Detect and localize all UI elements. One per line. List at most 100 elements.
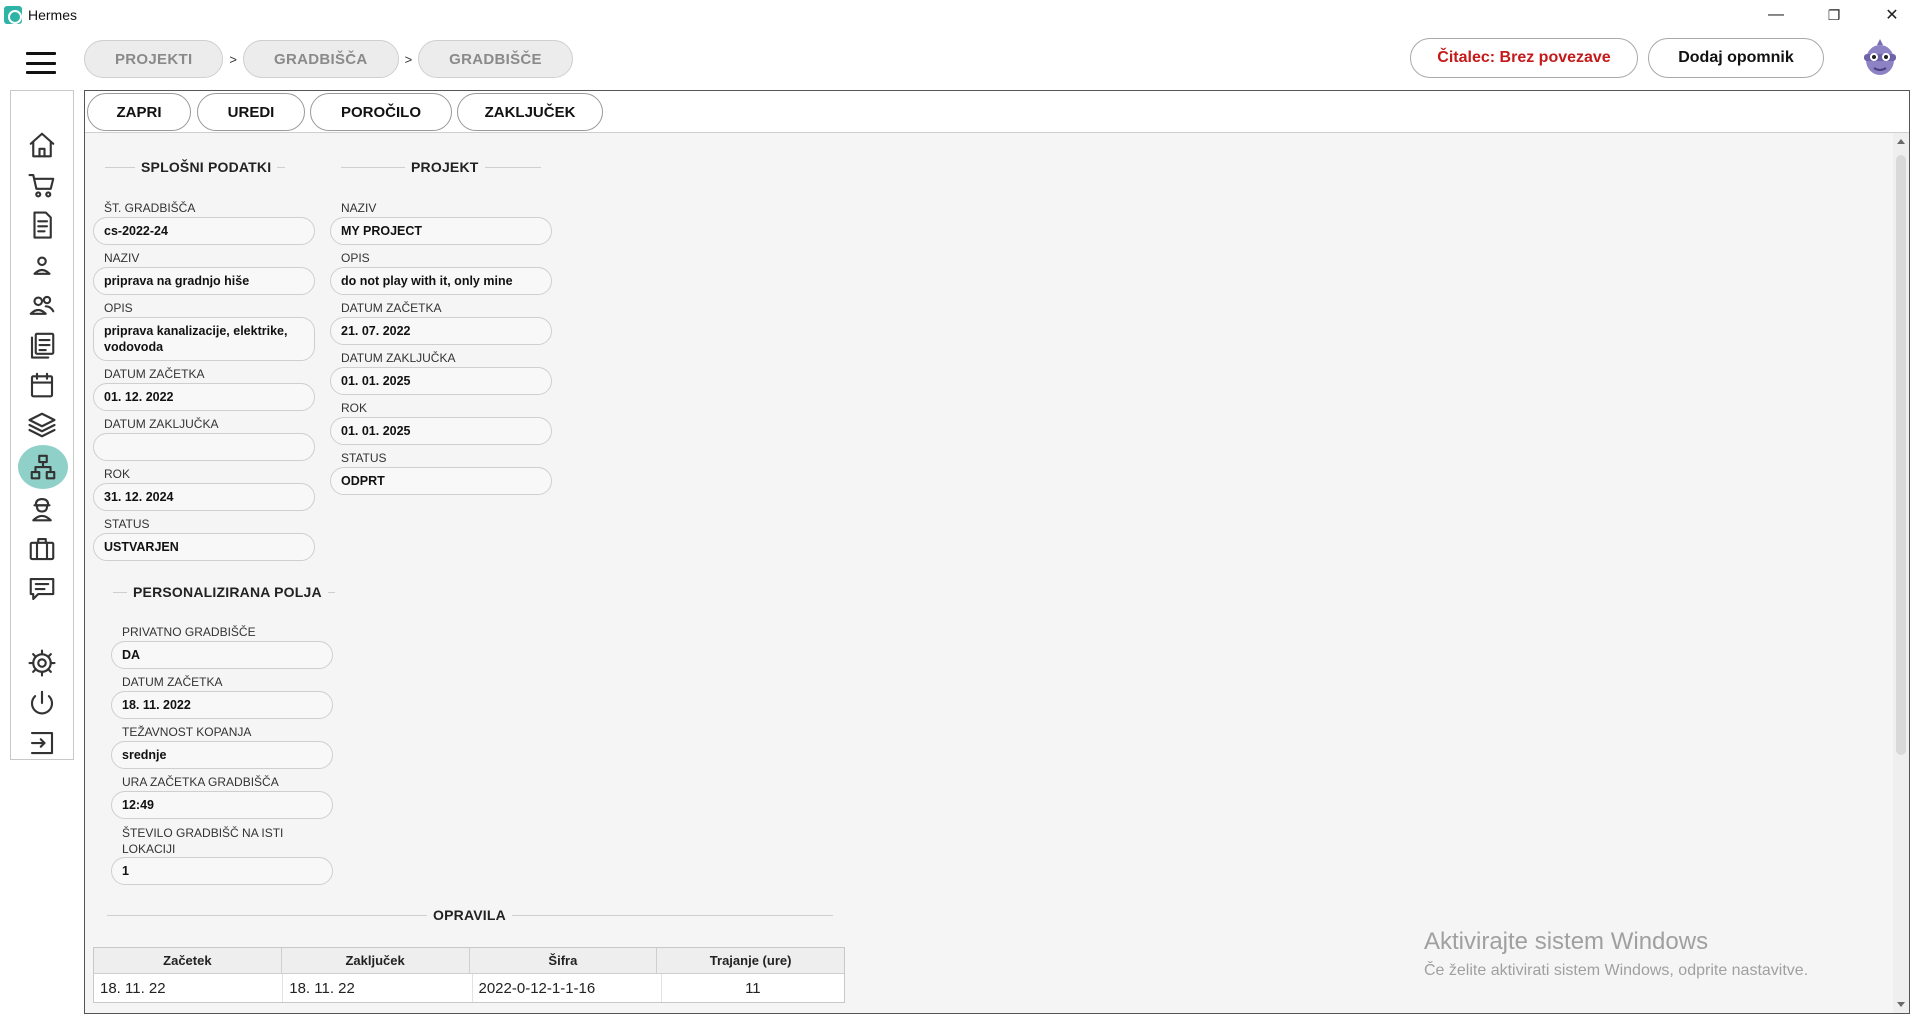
tasks-table: Začetek Zaključek Šifra Trajanje (ure) 1… bbox=[93, 947, 845, 1003]
breadcrumb-gradbisce[interactable]: GRADBIŠČE bbox=[418, 40, 573, 78]
site-description-field: priprava kanalizacije, elektrike, vodovo… bbox=[93, 317, 315, 361]
site-description-label: OPIS bbox=[104, 301, 133, 315]
scroll-down-icon[interactable] bbox=[1897, 1002, 1905, 1007]
app-icon bbox=[4, 6, 22, 24]
project-deadline-field: 01. 01. 2025 bbox=[330, 417, 552, 445]
site-end-label: DATUM ZAKLJUČKA bbox=[104, 417, 219, 431]
site-status-label: STATUS bbox=[104, 517, 150, 531]
custom-start-field: 18. 11. 2022 bbox=[111, 691, 333, 719]
title-bar: Hermes — ❐ ✕ bbox=[0, 0, 1921, 30]
start-hour-field: 12:49 bbox=[111, 791, 333, 819]
private-site-label: PRIVATNO GRADBIŠČE bbox=[122, 625, 256, 639]
project-end-label: DATUM ZAKLJUČKA bbox=[341, 351, 456, 365]
chat-icon bbox=[29, 577, 55, 601]
site-name-field: priprava na gradnjo hiše bbox=[93, 267, 315, 295]
site-deadline-label: ROK bbox=[104, 467, 131, 481]
site-count-label: ŠTEVILO GRADBIŠČ NA ISTI LOKACIJI bbox=[122, 826, 284, 856]
sidebar bbox=[10, 90, 74, 760]
sidebar-item-cart[interactable] bbox=[17, 165, 67, 205]
watermark-subtitle: Če želite aktivirati sistem Windows, odp… bbox=[1424, 962, 1809, 979]
breadcrumb-projekti[interactable]: PROJEKTI bbox=[84, 40, 224, 78]
sidebar-item-power[interactable] bbox=[17, 683, 67, 723]
sidebar-item-layers[interactable] bbox=[17, 405, 67, 445]
windows-activation-watermark: Aktivirajte sistem Windows Če želite akt… bbox=[1424, 928, 1808, 980]
breadcrumb: PROJEKTI > GRADBIŠČA > GRADBIŠČE bbox=[84, 40, 573, 78]
close-button[interactable]: ZAPRI bbox=[87, 93, 191, 131]
sidebar-item-logout[interactable] bbox=[17, 723, 67, 763]
site-number-label: ŠT. GRADBIŠČA bbox=[104, 201, 196, 215]
project-section-title: PROJEKT bbox=[405, 159, 485, 175]
sidebar-item-calendar[interactable] bbox=[17, 365, 67, 405]
document-icon bbox=[33, 211, 52, 239]
hamburger-menu-icon[interactable] bbox=[26, 52, 56, 74]
table-cell: 2022-0-12-1-1-16 bbox=[473, 974, 662, 1002]
project-start-field: 21. 07. 2022 bbox=[330, 317, 552, 345]
watermark-title: Aktivirajte sistem Windows bbox=[1424, 928, 1709, 955]
general-section-title: SPLOŠNI PODATKI bbox=[135, 159, 278, 175]
sidebar-item-chat[interactable] bbox=[17, 569, 67, 609]
sidebar-item-home[interactable] bbox=[17, 125, 67, 165]
project-deadline-label: ROK bbox=[341, 401, 368, 415]
custom-start-label: DATUM ZAČETKA bbox=[122, 675, 223, 689]
logout-icon bbox=[30, 731, 54, 755]
custom-section-title: PERSONALIZIRANA POLJA bbox=[127, 584, 328, 600]
minimize-button[interactable]: — bbox=[1747, 0, 1805, 30]
column-header-end[interactable]: Zaključek bbox=[282, 948, 470, 973]
site-deadline-field: 31. 12. 2024 bbox=[93, 483, 315, 511]
table-row[interactable]: 18. 11. 22 18. 11. 22 2022-0-12-1-1-16 1… bbox=[94, 974, 844, 1002]
project-name-label: NAZIV bbox=[341, 201, 377, 215]
reader-status-button[interactable]: Čitalec: Brez povezave bbox=[1410, 38, 1638, 78]
breadcrumb-gradbisca[interactable]: GRADBIŠČA bbox=[243, 40, 399, 78]
sidebar-item-documents[interactable] bbox=[17, 205, 67, 245]
scroll-thumb[interactable] bbox=[1896, 155, 1906, 755]
restore-button[interactable]: ❐ bbox=[1805, 0, 1863, 30]
start-hour-label: URA ZAČETKA GRADBIŠČA bbox=[122, 775, 279, 789]
vertical-scrollbar[interactable] bbox=[1893, 133, 1909, 1013]
home-icon bbox=[29, 132, 55, 158]
main-panel: ZAPRI UREDI POROČILO ZAKLJUČEK SPLOŠNI P… bbox=[84, 90, 1910, 1014]
sidebar-item-user[interactable] bbox=[17, 245, 67, 285]
site-status-field: USTVARJEN bbox=[93, 533, 315, 561]
sidebar-item-settings[interactable] bbox=[17, 643, 67, 683]
scroll-up-icon[interactable] bbox=[1897, 139, 1905, 144]
sitemap-icon bbox=[30, 454, 56, 480]
project-status-field: ODPRT bbox=[330, 467, 552, 495]
add-reminder-button[interactable]: Dodaj opomnik bbox=[1648, 38, 1824, 78]
project-description-label: OPIS bbox=[341, 251, 370, 265]
project-description-field: do not play with it, only mine bbox=[330, 267, 552, 295]
project-status-label: STATUS bbox=[341, 451, 387, 465]
list-icon bbox=[30, 332, 55, 359]
power-icon bbox=[30, 690, 54, 715]
calendar-icon bbox=[30, 372, 54, 398]
project-end-field: 01. 01. 2025 bbox=[330, 367, 552, 395]
column-header-code[interactable]: Šifra bbox=[470, 948, 658, 973]
cart-icon bbox=[28, 173, 55, 198]
table-cell: 11 bbox=[745, 979, 761, 997]
layers-icon bbox=[28, 412, 56, 438]
site-count-field: 1 bbox=[111, 857, 333, 885]
breadcrumb-separator: > bbox=[229, 51, 238, 67]
sidebar-item-sites[interactable] bbox=[18, 445, 68, 489]
window-controls: — ❐ ✕ bbox=[1747, 0, 1921, 30]
site-end-field bbox=[93, 433, 315, 461]
sidebar-item-workers[interactable] bbox=[17, 489, 67, 529]
sidebar-item-reports[interactable] bbox=[17, 325, 67, 365]
sidebar-item-users[interactable] bbox=[17, 285, 67, 325]
column-header-duration[interactable]: Trajanje (ure) bbox=[657, 948, 844, 973]
user-avatar-icon[interactable] bbox=[1862, 38, 1898, 80]
user-icon bbox=[33, 256, 51, 275]
project-name-field: MY PROJECT bbox=[330, 217, 552, 245]
close-window-button[interactable]: ✕ bbox=[1863, 0, 1921, 30]
window-title: Hermes bbox=[28, 7, 78, 23]
action-toolbar: ZAPRI UREDI POROČILO ZAKLJUČEK bbox=[85, 91, 1909, 133]
report-button[interactable]: POROČILO bbox=[310, 93, 452, 131]
users-icon bbox=[29, 295, 55, 315]
column-header-start[interactable]: Začetek bbox=[94, 948, 282, 973]
site-start-label: DATUM ZAČETKA bbox=[104, 367, 205, 381]
digging-difficulty-label: TEŽAVNOST KOPANJA bbox=[122, 725, 252, 739]
conclusion-button[interactable]: ZAKLJUČEK bbox=[457, 93, 603, 131]
table-cell: 18. 11. 22 bbox=[283, 974, 473, 1002]
breadcrumb-separator: > bbox=[404, 51, 413, 67]
edit-button[interactable]: UREDI bbox=[197, 93, 305, 131]
sidebar-item-briefcase[interactable] bbox=[17, 529, 67, 569]
